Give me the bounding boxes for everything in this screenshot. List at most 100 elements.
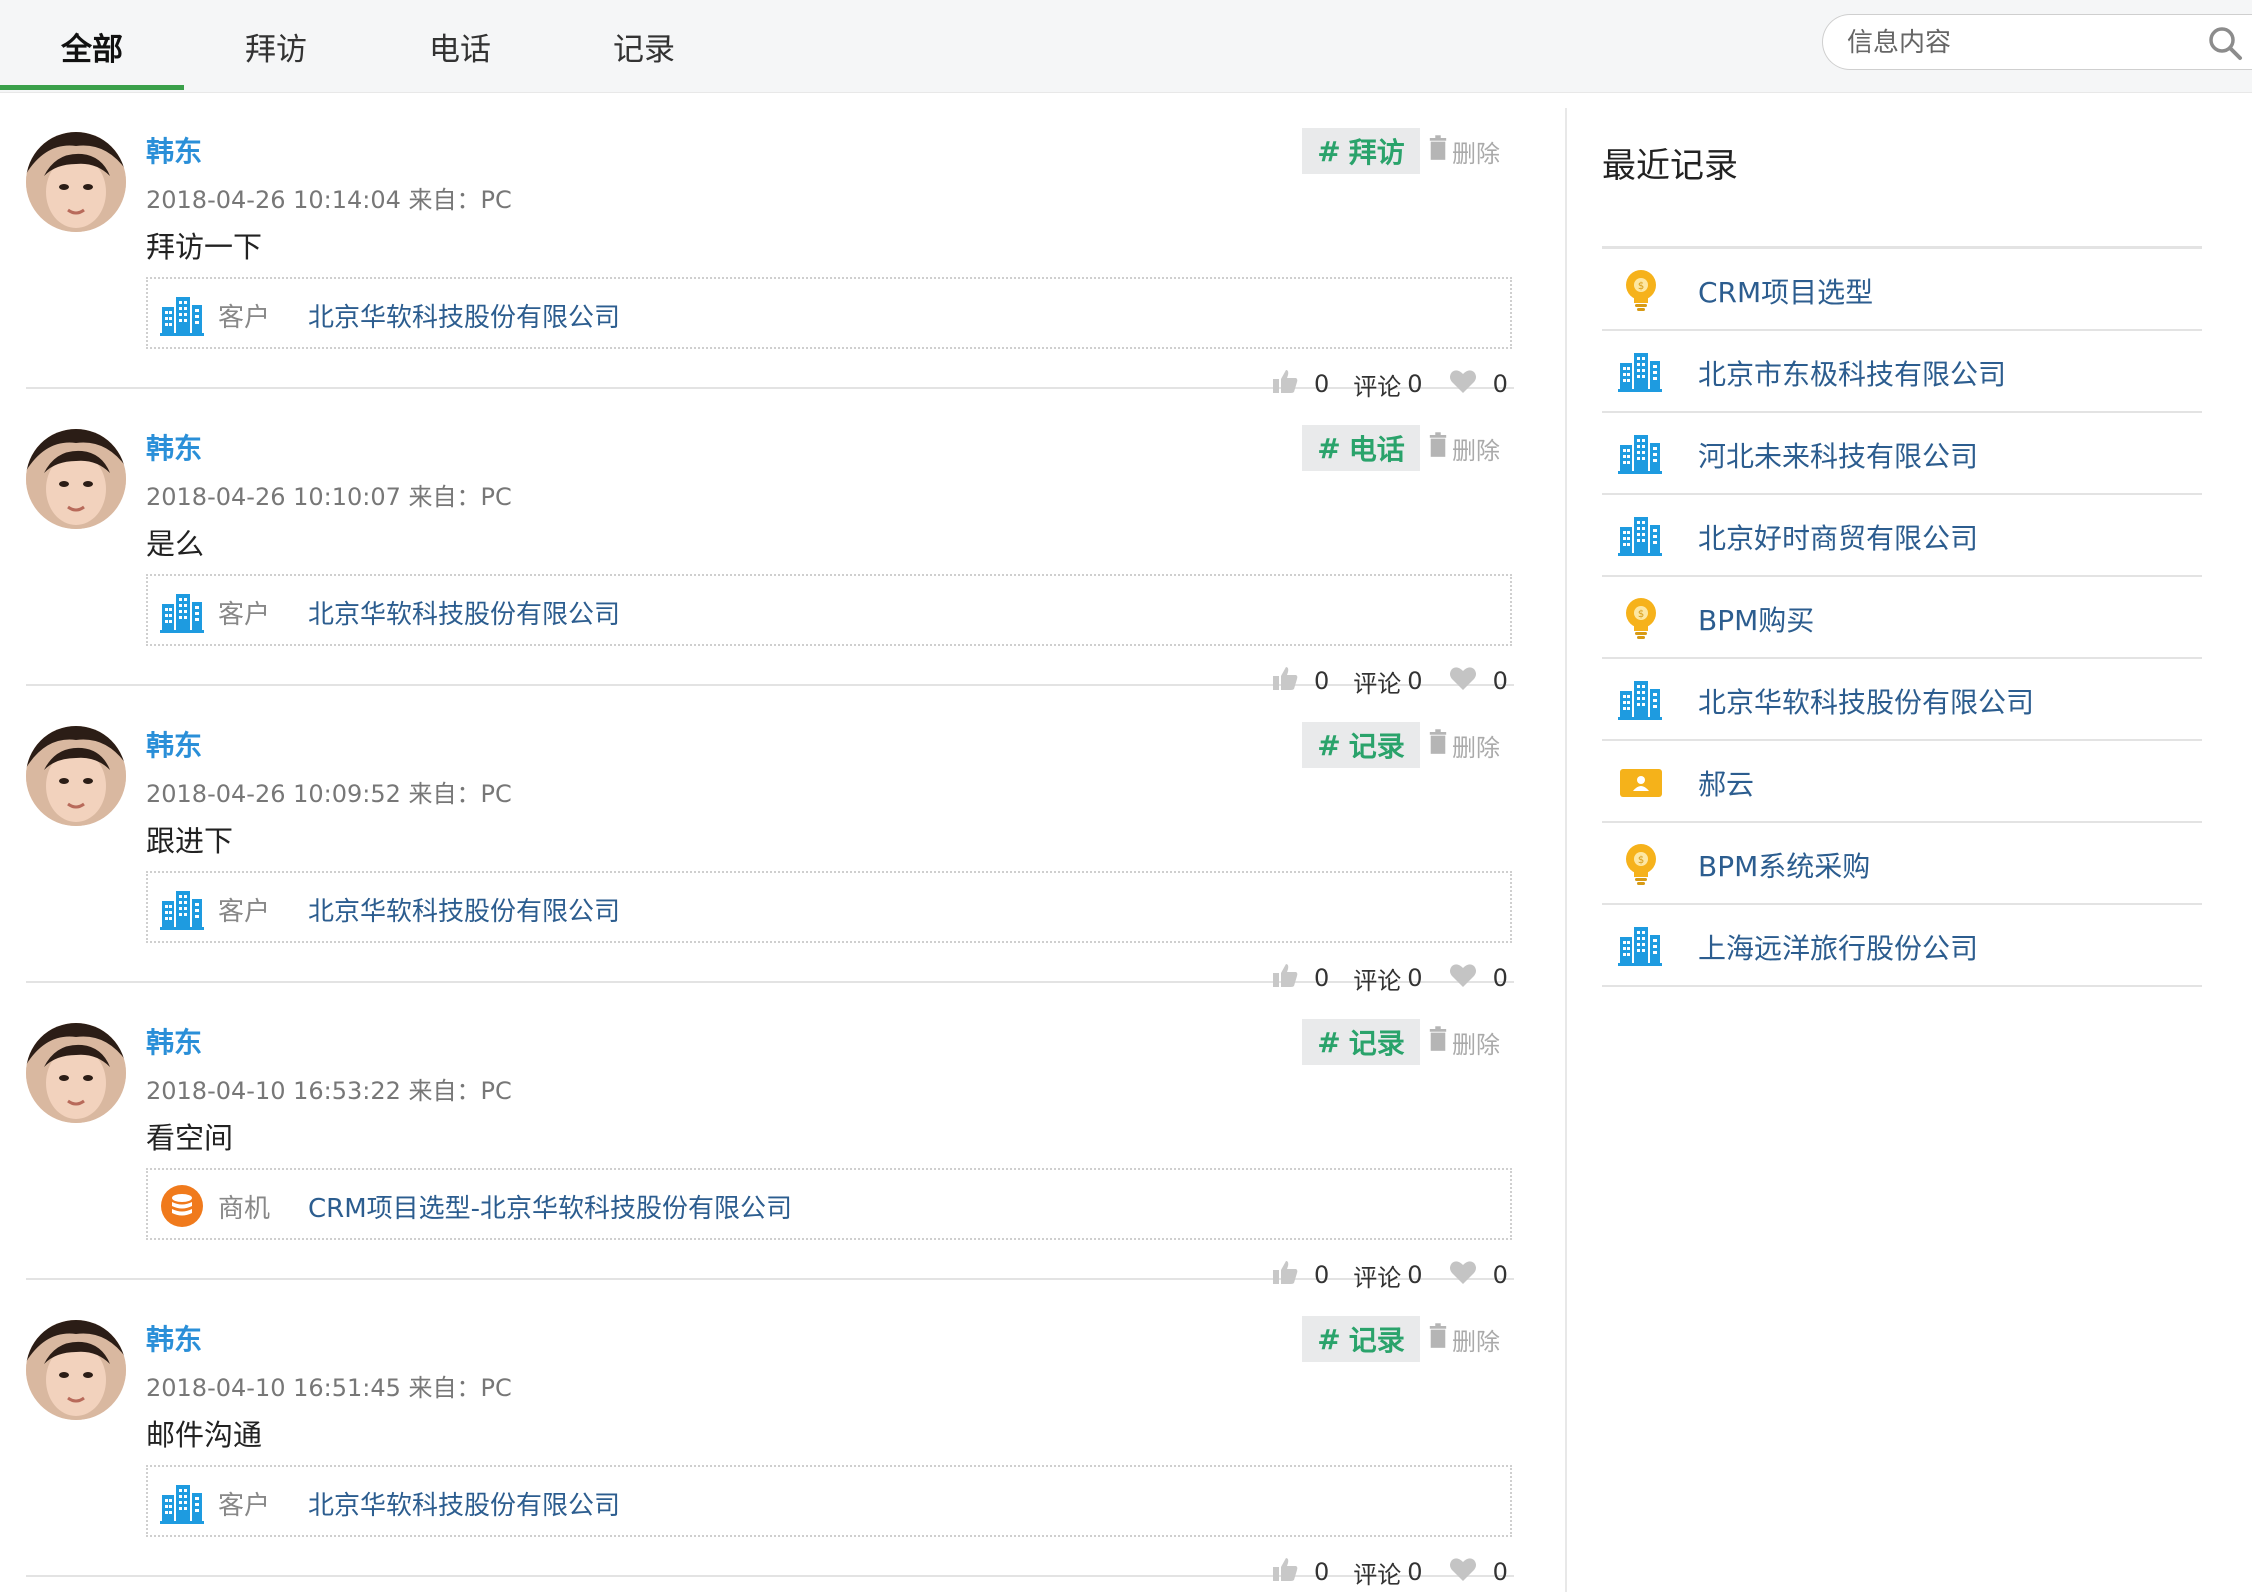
recent-record-label: 上海远洋旅行股份公司 xyxy=(1698,932,1979,965)
delete-label: 删除 xyxy=(1452,733,1500,762)
author-name[interactable]: 韩东 xyxy=(146,1318,202,1358)
activity-type-tag[interactable]: # 记录 xyxy=(1302,1019,1420,1065)
hash-icon: # xyxy=(1317,728,1341,762)
avatar[interactable] xyxy=(26,726,126,826)
activity-type-tag[interactable]: # 电话 xyxy=(1302,425,1420,471)
svg-text:$: $ xyxy=(1638,609,1644,620)
post-meta: 2018-04-10 16:53:22 来自：PC xyxy=(146,1077,512,1105)
avatar[interactable] xyxy=(26,1320,126,1420)
svg-text:$: $ xyxy=(1638,281,1644,292)
recent-record-label: 北京市东极科技有限公司 xyxy=(1698,358,2007,391)
coins-icon xyxy=(160,1184,204,1228)
recent-record-item[interactable]: 北京华软科技股份有限公司 xyxy=(1602,659,2202,741)
related-type: 客户 xyxy=(218,1491,271,1521)
building-icon xyxy=(1618,923,1664,969)
avatar[interactable] xyxy=(26,429,126,529)
delete-label: 删除 xyxy=(1452,139,1500,168)
recent-record-label: 北京华软科技股份有限公司 xyxy=(1698,686,2035,719)
delete-button[interactable]: 删除 xyxy=(1428,429,1500,467)
recent-record-item[interactable]: $ BPM系统采购 xyxy=(1602,823,2202,905)
lightbulb-icon: $ xyxy=(1618,841,1664,887)
related-entity-link[interactable]: 北京华软科技股份有限公司 xyxy=(308,297,620,334)
author-name[interactable]: 韩东 xyxy=(146,130,202,170)
comment-count: 0 xyxy=(1407,1558,1423,1586)
recent-record-item[interactable]: 上海远洋旅行股份公司 xyxy=(1602,905,2202,987)
related-type: 客户 xyxy=(218,600,271,630)
activity-type-label: 记录 xyxy=(1348,730,1405,763)
related-entity-link[interactable]: 北京华软科技股份有限公司 xyxy=(308,891,620,928)
tab-phone[interactable]: 电话 xyxy=(368,0,552,92)
activity-type-label: 记录 xyxy=(1348,1324,1405,1357)
related-type: 客户 xyxy=(218,303,271,333)
delete-button[interactable]: 删除 xyxy=(1428,726,1500,764)
recent-record-item[interactable]: 河北未来科技有限公司 xyxy=(1602,413,2202,495)
author-name[interactable]: 韩东 xyxy=(146,427,202,467)
feed-post: 韩东 # 记录 删除 2018-04-26 10:09:52 来自：PC 跟进下 xyxy=(26,686,1514,995)
related-entity: 客户 北京华软科技股份有限公司 xyxy=(146,277,1512,349)
activity-type-label: 记录 xyxy=(1348,1027,1405,1060)
related-entity-link[interactable]: 北京华软科技股份有限公司 xyxy=(308,1485,620,1522)
activity-type-tag[interactable]: # 记录 xyxy=(1302,1316,1420,1362)
recent-record-label: BPM系统采购 xyxy=(1698,850,1871,883)
recent-record-item[interactable]: 郝云 xyxy=(1602,741,2202,823)
building-icon xyxy=(1618,349,1664,395)
recent-record-label: CRM项目选型 xyxy=(1698,276,1874,309)
delete-label: 删除 xyxy=(1452,1327,1500,1356)
search-icon[interactable] xyxy=(2207,25,2243,61)
tab-record[interactable]: 记录 xyxy=(552,0,736,92)
post-content: 看空间 xyxy=(146,1121,234,1155)
post-meta: 2018-04-26 10:14:04 来自：PC xyxy=(146,186,512,214)
recent-record-item[interactable]: $ CRM项目选型 xyxy=(1602,249,2202,331)
feed-post: 韩东 # 记录 删除 2018-04-10 16:53:22 来自：PC 看空间… xyxy=(26,983,1514,1292)
building-icon xyxy=(160,887,204,931)
tab-all[interactable]: 全部 xyxy=(0,0,184,92)
post-meta: 2018-04-26 10:10:07 来自：PC xyxy=(146,483,512,511)
building-icon xyxy=(160,590,204,634)
delete-button[interactable]: 删除 xyxy=(1428,1023,1500,1061)
activity-type-label: 电话 xyxy=(1348,433,1405,466)
activity-type-tag[interactable]: # 记录 xyxy=(1302,722,1420,768)
related-type: 商机 xyxy=(218,1194,271,1224)
sidebar-divider xyxy=(1565,108,1567,1592)
author-name[interactable]: 韩东 xyxy=(146,724,202,764)
post-meta: 2018-04-10 16:51:45 来自：PC xyxy=(146,1374,512,1402)
top-tab-bar: 全部 拜访 电话 记录 xyxy=(0,0,2252,93)
post-content: 跟进下 xyxy=(146,824,234,858)
delete-button[interactable]: 删除 xyxy=(1428,1320,1500,1358)
related-entity-link[interactable]: CRM项目选型-北京华软科技股份有限公司 xyxy=(308,1188,792,1225)
favorite-button[interactable]: 0 xyxy=(1447,1554,1508,1590)
recent-record-label: 郝云 xyxy=(1698,768,1755,801)
activity-feed: 韩东 # 拜访 删除 2018-04-26 10:14:04 来自：PC 拜访一… xyxy=(26,92,1514,1589)
search-box xyxy=(1822,14,2252,71)
delete-button[interactable]: 删除 xyxy=(1428,132,1500,170)
lightbulb-icon: $ xyxy=(1618,267,1664,313)
thumbs-up-icon xyxy=(1270,1554,1300,1590)
author-name[interactable]: 韩东 xyxy=(146,1021,202,1061)
search-input[interactable] xyxy=(1845,15,2179,71)
recent-record-item[interactable]: $ BPM购买 xyxy=(1602,577,2202,659)
svg-text:$: $ xyxy=(1638,855,1644,866)
recent-records-list: $ CRM项目选型 北京市东极科技有限公司 河北未来科技有限公司 北京好时商贸有… xyxy=(1602,246,2202,987)
hash-icon: # xyxy=(1317,1322,1341,1356)
related-entity: 客户 北京华软科技股份有限公司 xyxy=(146,1465,1512,1537)
feed-post: 韩东 # 记录 删除 2018-04-10 16:51:45 来自：PC 邮件沟… xyxy=(26,1280,1514,1589)
recent-record-item[interactable]: 北京市东极科技有限公司 xyxy=(1602,331,2202,413)
trash-icon xyxy=(1428,1026,1452,1058)
feed-post: 韩东 # 拜访 删除 2018-04-26 10:14:04 来自：PC 拜访一… xyxy=(26,92,1514,401)
comment-button[interactable]: 评论 0 xyxy=(1353,1555,1422,1590)
building-icon xyxy=(1618,677,1664,723)
activity-type-tag[interactable]: # 拜访 xyxy=(1302,128,1420,174)
avatar[interactable] xyxy=(26,132,126,232)
recent-record-label: 河北未来科技有限公司 xyxy=(1698,440,1979,473)
like-count: 0 xyxy=(1314,1558,1330,1586)
tab-visit[interactable]: 拜访 xyxy=(184,0,368,92)
recent-record-item[interactable]: 北京好时商贸有限公司 xyxy=(1602,495,2202,577)
post-content: 邮件沟通 xyxy=(146,1418,263,1452)
related-entity: 客户 北京华软科技股份有限公司 xyxy=(146,871,1512,943)
contact-card-icon xyxy=(1618,759,1664,805)
like-button[interactable]: 0 xyxy=(1270,1554,1329,1590)
lightbulb-icon: $ xyxy=(1618,595,1664,641)
recent-record-label: BPM购买 xyxy=(1698,604,1815,637)
related-entity-link[interactable]: 北京华软科技股份有限公司 xyxy=(308,594,620,631)
avatar[interactable] xyxy=(26,1023,126,1123)
